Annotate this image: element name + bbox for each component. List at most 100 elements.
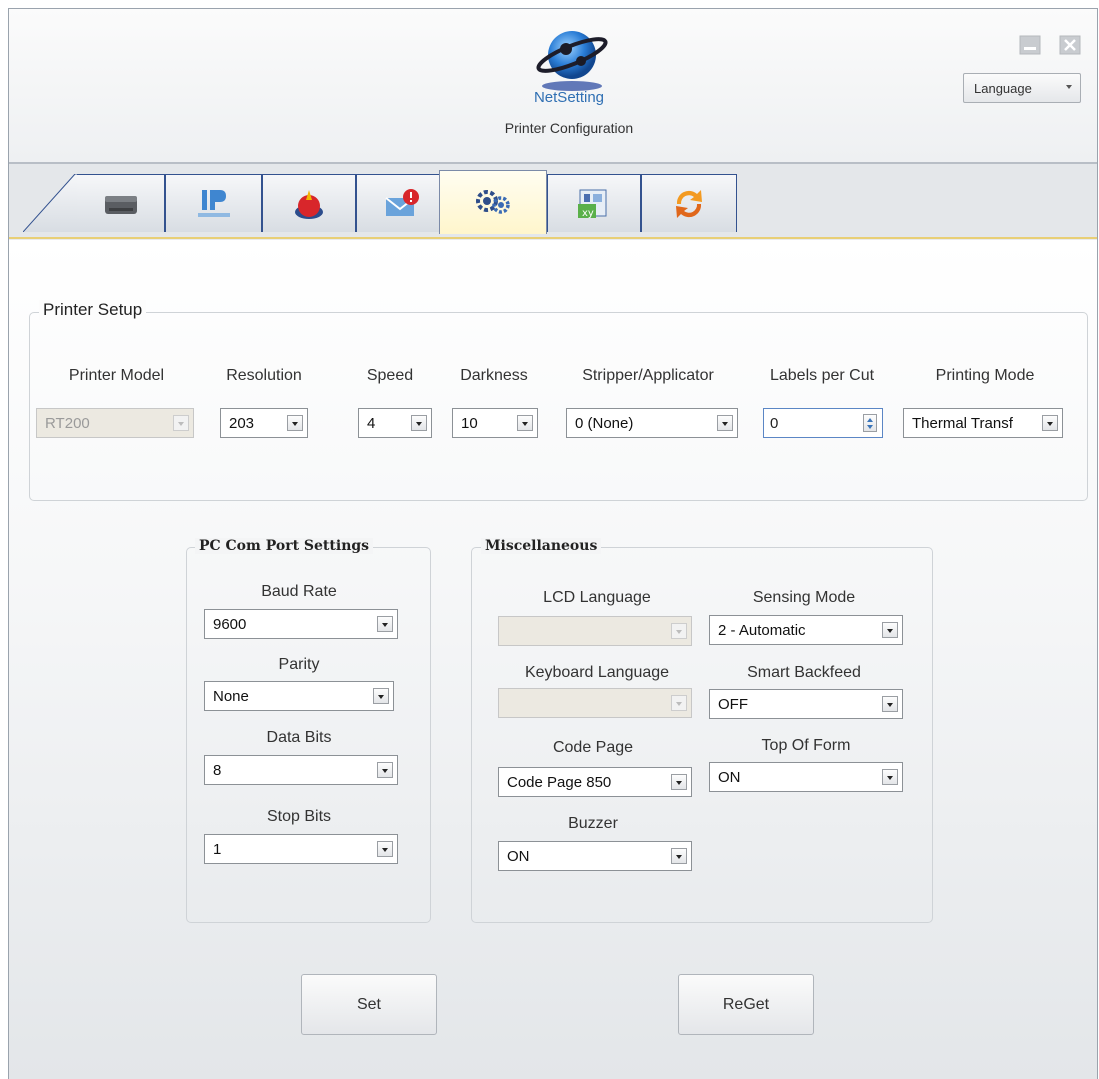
stop-bits-label: Stop Bits [266, 808, 332, 825]
parity-label: Parity [278, 656, 320, 673]
stripper-applicator-value: 0 (None) [575, 414, 634, 432]
speed-label: Speed [366, 367, 414, 384]
keyboard-language-select[interactable] [498, 688, 692, 718]
code-page-select[interactable]: Code Page 850 [498, 767, 692, 797]
language-dropdown[interactable]: Language [963, 73, 1081, 103]
labels-per-cut-stepper[interactable]: 0 [763, 408, 883, 438]
tab-alert-light[interactable] [262, 174, 356, 232]
printing-mode-select[interactable]: Thermal Transf [903, 408, 1063, 438]
header: NetSetting Printer Configuration Languag… [9, 9, 1097, 164]
chevron-down-icon [1042, 415, 1058, 431]
chevron-down-icon [671, 848, 687, 864]
chevron-down-icon [882, 696, 898, 712]
data-bits-label: Data Bits [266, 729, 332, 746]
printer-setup-group [29, 312, 1088, 501]
chevron-down-icon [411, 415, 427, 431]
chevron-down-icon [173, 415, 189, 431]
chevron-down-icon [671, 774, 687, 790]
data-bits-select[interactable]: 8 [204, 755, 398, 785]
tab-strip: xy [9, 164, 1097, 239]
top-of-form-label: Top Of Form [761, 737, 851, 754]
chevron-down-icon [377, 762, 393, 778]
tab-refresh[interactable] [641, 174, 737, 232]
stop-bits-value: 1 [213, 840, 222, 858]
app-window: NetSetting Printer Configuration Languag… [8, 8, 1098, 1079]
baud-rate-label: Baud Rate [261, 583, 337, 600]
code-page-value: Code Page 850 [507, 773, 612, 791]
app-name: NetSetting [533, 89, 605, 106]
baud-rate-value: 9600 [213, 615, 247, 633]
darkness-value: 10 [461, 414, 478, 432]
sensing-mode-value: 2 - Automatic [718, 621, 806, 639]
stripper-applicator-label: Stripper/Applicator [582, 367, 714, 384]
smart-backfeed-select[interactable]: OFF [709, 689, 903, 719]
speed-value: 4 [367, 414, 376, 432]
netsetting-logo-icon [536, 31, 608, 91]
lcd-language-select[interactable] [498, 616, 692, 646]
printing-mode-label: Printing Mode [935, 367, 1035, 384]
gears-icon [476, 189, 510, 214]
miscellaneous-legend: Miscellaneous [481, 538, 602, 554]
printing-mode-value: Thermal Transf [912, 414, 1013, 432]
chevron-down-icon [671, 623, 687, 639]
buzzer-value: ON [507, 847, 530, 865]
stripper-applicator-select[interactable]: 0 (None) [566, 408, 738, 438]
resolution-value: 203 [229, 414, 255, 432]
chevron-down-icon [517, 415, 533, 431]
printer-model-select[interactable]: RT200 [36, 408, 194, 438]
chevron-down-icon [1066, 85, 1072, 89]
stop-bits-select[interactable]: 1 [204, 834, 398, 864]
resolution-select[interactable]: 203 [220, 408, 308, 438]
labels-per-cut-value: 0 [770, 414, 779, 432]
spin-arrows-icon[interactable] [863, 414, 877, 432]
printer-setup-legend: Printer Setup [39, 300, 147, 320]
mail-alert-icon [385, 188, 419, 216]
speed-select[interactable]: 4 [358, 408, 432, 438]
baud-rate-select[interactable]: 9600 [204, 609, 398, 639]
parity-select[interactable]: None [204, 681, 394, 711]
com-port-legend: PC Com Port Settings [195, 538, 374, 554]
labels-per-cut-label: Labels per Cut [769, 367, 875, 384]
tab-xy-chart[interactable]: xy [547, 174, 641, 232]
printer-model-value: RT200 [45, 414, 90, 432]
darkness-label: Darkness [460, 367, 528, 384]
code-page-label: Code Page [552, 739, 634, 756]
chevron-down-icon [287, 415, 303, 431]
content-panel: Printer Setup Printer Model RT200 Resolu… [9, 240, 1097, 1079]
buzzer-label: Buzzer [568, 815, 618, 832]
tab-network[interactable] [165, 174, 262, 232]
chevron-down-icon [377, 841, 393, 857]
sensing-mode-select[interactable]: 2 - Automatic [709, 615, 903, 645]
tab-printer[interactable] [77, 174, 165, 232]
darkness-select[interactable]: 10 [452, 408, 538, 438]
reget-button[interactable]: ReGet [678, 974, 814, 1035]
resolution-label: Resolution [226, 367, 302, 384]
smart-backfeed-label: Smart Backfeed [747, 664, 861, 681]
printer-model-label: Printer Model [68, 367, 165, 384]
chevron-down-icon [882, 769, 898, 785]
chevron-down-icon [717, 415, 733, 431]
top-of-form-select[interactable]: ON [709, 762, 903, 792]
close-icon[interactable] [1059, 35, 1081, 55]
set-button[interactable]: Set [301, 974, 437, 1035]
parity-value: None [213, 687, 249, 705]
alert-light-icon [295, 189, 323, 219]
tab-gears[interactable] [439, 170, 547, 234]
sensing-mode-label: Sensing Mode [752, 589, 856, 606]
top-of-form-value: ON [718, 768, 741, 786]
smart-backfeed-value: OFF [718, 695, 748, 713]
data-bits-value: 8 [213, 761, 222, 779]
xy-chart-icon: xy [578, 189, 607, 219]
lcd-language-label: LCD Language [543, 589, 651, 606]
tab-mail-alert[interactable] [356, 174, 450, 232]
page-subtitle: Printer Configuration [504, 120, 634, 136]
minimize-icon[interactable] [1019, 35, 1041, 55]
buzzer-select[interactable]: ON [498, 841, 692, 871]
chevron-down-icon [671, 695, 687, 711]
chevron-down-icon [377, 616, 393, 632]
refresh-icon [676, 189, 702, 218]
printer-icon [104, 195, 137, 214]
chevron-down-icon [882, 622, 898, 638]
keyboard-language-label: Keyboard Language [524, 664, 670, 681]
network-icon [197, 189, 230, 217]
